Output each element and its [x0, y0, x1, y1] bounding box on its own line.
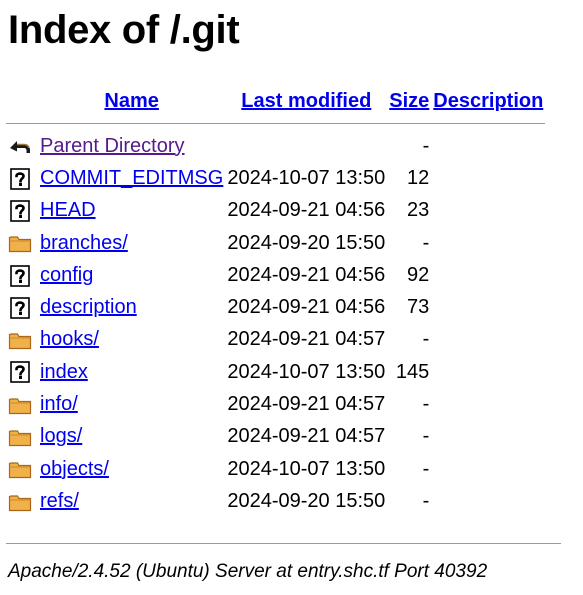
unknown-file-icon	[8, 296, 32, 319]
size-cell: 23	[407, 199, 430, 222]
divider	[6, 122, 546, 124]
table-row: hooks/2024-09-21 04:57 -	[6, 324, 545, 356]
size-cell: 145	[395, 360, 430, 383]
table-row: logs/2024-09-21 04:57 -	[6, 421, 545, 453]
description-cell	[431, 195, 545, 227]
folder-icon	[8, 393, 32, 415]
description-cell	[431, 259, 545, 291]
table-row: HEAD 2024-09-21 04:56 23	[6, 195, 545, 227]
last-modified-cell: 2024-10-07 13:50	[227, 166, 386, 189]
table-row: Parent Directory -	[6, 130, 545, 162]
folder-icon	[8, 232, 32, 254]
file-link[interactable]: refs/	[40, 490, 79, 512]
file-link[interactable]: branches/	[40, 232, 128, 254]
description-cell	[431, 324, 545, 356]
unknown-file-icon	[8, 264, 32, 287]
size-cell: 92	[407, 263, 430, 286]
page-title: Index of /.git	[8, 8, 240, 52]
unknown-file-icon	[8, 199, 32, 222]
sort-by-description-link[interactable]: Description	[433, 90, 543, 112]
size-cell: -	[422, 231, 430, 254]
unknown-file-icon	[8, 361, 32, 384]
last-modified-cell	[225, 130, 387, 162]
listing-body: Parent Directory - COMMIT_EDITMSG 2024-10-0…	[6, 130, 545, 518]
size-cell: -	[422, 457, 430, 480]
file-link[interactable]: objects/	[40, 458, 109, 480]
file-link[interactable]: info/	[40, 393, 78, 415]
parent-directory-link[interactable]: Parent Directory	[40, 135, 185, 157]
last-modified-column-header[interactable]: Last modified	[225, 86, 387, 116]
last-modified-cell: 2024-09-20 15:50	[227, 231, 386, 254]
sort-by-name-link[interactable]: Name	[104, 90, 158, 112]
table-row: COMMIT_EDITMSG 2024-10-07 13:50 12	[6, 162, 545, 194]
last-modified-cell: 2024-09-21 04:57	[227, 425, 386, 448]
last-modified-cell: 2024-09-21 04:56	[227, 296, 386, 319]
table-row: objects/2024-10-07 13:50 -	[6, 453, 545, 485]
description-cell	[431, 453, 545, 485]
file-link[interactable]: description	[40, 296, 137, 318]
description-cell	[431, 291, 545, 323]
last-modified-cell: 2024-09-20 15:50	[227, 489, 386, 512]
directory-listing: Name Last modified Size Description Pare…	[6, 86, 546, 518]
server-signature: Apache/2.4.52 (Ubuntu) Server at entry.s…	[8, 561, 488, 582]
description-cell	[431, 227, 545, 259]
description-cell	[431, 421, 545, 453]
file-link[interactable]: HEAD	[40, 199, 96, 221]
table-row: config 2024-09-21 04:56 92	[6, 259, 545, 291]
header-row: Name Last modified Size Description	[6, 86, 545, 116]
size-cell: -	[422, 425, 430, 448]
size-cell: -	[422, 134, 430, 157]
last-modified-cell: 2024-10-07 13:50	[227, 360, 386, 383]
size-cell: -	[422, 489, 430, 512]
file-link[interactable]: hooks/	[40, 328, 99, 350]
last-modified-cell: 2024-09-21 04:56	[227, 263, 386, 286]
sort-by-last-modified-link[interactable]: Last modified	[241, 90, 371, 112]
sort-by-size-link[interactable]: Size	[389, 90, 429, 112]
table-row: info/2024-09-21 04:57 -	[6, 388, 545, 420]
table-row: refs/2024-09-20 15:50 -	[6, 485, 545, 517]
last-modified-cell: 2024-10-07 13:50	[227, 457, 386, 480]
last-modified-cell: 2024-09-21 04:57	[227, 393, 386, 416]
folder-icon	[8, 425, 32, 447]
size-cell: 12	[407, 166, 430, 189]
header-divider-row	[6, 116, 546, 130]
description-cell	[431, 356, 545, 388]
unknown-file-icon	[8, 167, 32, 190]
size-column-header[interactable]: Size	[387, 86, 431, 116]
last-modified-cell: 2024-09-21 04:57	[227, 328, 386, 351]
file-link[interactable]: index	[40, 361, 88, 383]
size-cell: -	[422, 328, 430, 351]
folder-icon	[8, 458, 32, 480]
folder-icon	[8, 328, 32, 350]
size-cell: -	[422, 393, 430, 416]
last-modified-cell: 2024-09-21 04:56	[227, 199, 386, 222]
file-link[interactable]: logs/	[40, 425, 82, 447]
table-row: index 2024-10-07 13:50 145	[6, 356, 545, 388]
back-icon	[8, 135, 32, 157]
description-cell	[431, 162, 545, 194]
file-link[interactable]: COMMIT_EDITMSG	[40, 167, 223, 189]
description-column-header[interactable]: Description	[431, 86, 545, 116]
name-column-header[interactable]: Name	[38, 86, 225, 116]
description-cell	[431, 130, 545, 162]
file-link[interactable]: config	[40, 264, 93, 286]
table-row: branches/2024-09-20 15:50 -	[6, 227, 545, 259]
icon-column-header	[6, 86, 38, 116]
description-cell	[431, 388, 545, 420]
table-row: description 2024-09-21 04:56 73	[6, 291, 545, 323]
size-cell: 73	[407, 296, 430, 319]
footer-divider	[6, 543, 561, 544]
folder-icon	[8, 490, 32, 512]
description-cell	[431, 485, 545, 517]
